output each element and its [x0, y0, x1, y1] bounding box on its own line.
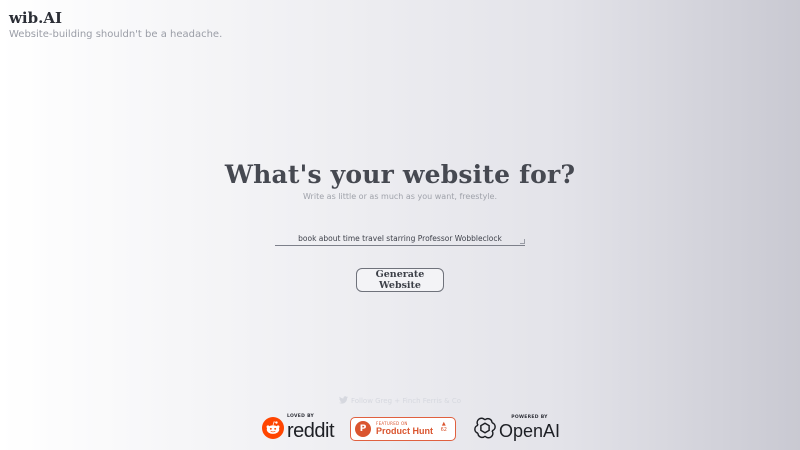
page-title: What's your website for? — [224, 160, 576, 189]
prompt-field-wrapper — [275, 226, 525, 247]
openai-knot-icon — [474, 417, 496, 439]
badges-row: LOVED BY reddit P FEATURED ON Product Hu… — [0, 413, 800, 443]
generate-website-button[interactable]: Generate Website — [356, 268, 444, 292]
loved-by-reddit-badge[interactable]: LOVED BY reddit — [262, 413, 335, 443]
hero-section: What's your website for? Write as little… — [0, 158, 800, 202]
twitter-bird-icon — [338, 396, 348, 404]
openai-wordmark: OpenAI — [499, 420, 561, 441]
follow-link[interactable]: Follow Greg + Finch Ferris & Co — [351, 397, 461, 405]
social-follow-line: Follow Greg + Finch Ferris & Co — [0, 396, 800, 405]
powered-by-openai-badge[interactable]: POWERED BY OpenAI — [474, 413, 560, 443]
brand-header: wib.AI Website-building shouldn't be a h… — [9, 9, 222, 42]
product-hunt-name: Product Hunt — [376, 426, 433, 436]
product-hunt-votes: ▲ 62 — [440, 421, 447, 433]
brand-tagline: Website-building shouldn't be a headache… — [9, 29, 223, 40]
website-prompt-input[interactable] — [275, 228, 525, 247]
resize-handle-icon[interactable] — [520, 239, 525, 244]
product-hunt-badge[interactable]: P FEATURED ON Product Hunt ▲ 62 — [350, 417, 456, 441]
product-hunt-logo-icon: P — [355, 421, 371, 437]
page-subtitle: Write as little or as much as you want, … — [303, 192, 497, 201]
reddit-wordmark: reddit — [287, 419, 335, 442]
brand-logo-text[interactable]: wib.AI — [9, 9, 222, 27]
product-hunt-vote-count: 62 — [440, 426, 447, 433]
reddit-alien-icon — [262, 417, 284, 439]
